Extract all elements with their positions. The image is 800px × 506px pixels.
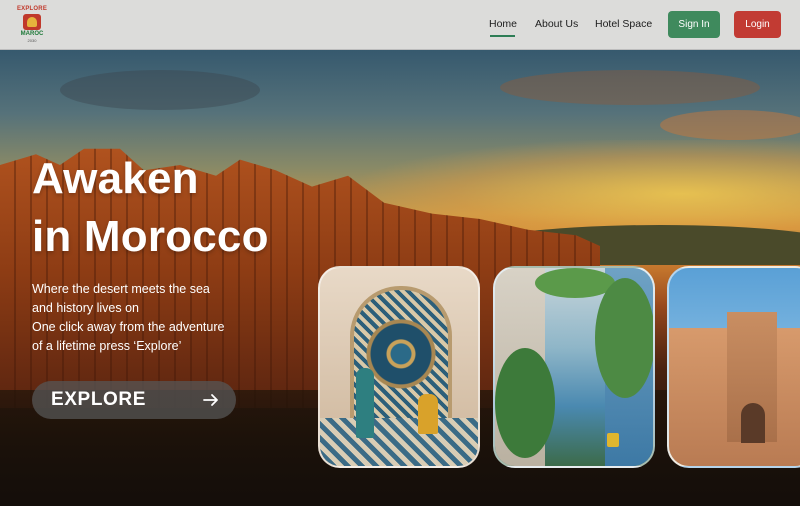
logo-year-text: 2030	[27, 38, 37, 43]
nav-hotel-space-link[interactable]: Hotel Space	[595, 18, 652, 30]
zellige-tiles-image	[320, 418, 478, 466]
hero-title-line: in Morocco	[32, 212, 269, 261]
hero-title-line: Awaken	[32, 154, 199, 203]
cloud-decoration	[660, 110, 800, 140]
login-button[interactable]: Login	[734, 11, 781, 38]
hero-subtitle-line: Where the desert meets the sea	[32, 282, 210, 296]
cloud-decoration	[500, 70, 760, 105]
hero-subtitle-line: One click away from the adventure	[32, 320, 225, 334]
hero-subtitle-line: and history lives on	[32, 301, 140, 315]
logo-emblem-icon	[23, 14, 41, 30]
nav-home-link[interactable]: Home	[489, 18, 517, 30]
plant-foliage-image	[595, 278, 653, 398]
navbar: EXPLORE MAROC 2030 Home About Us Hotel S…	[0, 0, 800, 50]
explore-button[interactable]: EXPLORE	[32, 381, 236, 419]
traveler-figure	[356, 368, 374, 438]
hero-title: Awaken in Morocco	[32, 150, 269, 266]
hero-subtitle-line: of a lifetime press ‘Explore’	[32, 339, 182, 353]
arched-door-image	[741, 403, 765, 443]
logo-top-text: EXPLORE	[16, 6, 48, 12]
gallery-card-blue-alley[interactable]	[493, 266, 655, 468]
arrow-right-icon	[203, 394, 218, 406]
brand-logo[interactable]: EXPLORE MAROC 2030	[14, 6, 50, 46]
plant-foliage-image	[495, 348, 555, 458]
traveler-figure	[418, 394, 438, 434]
flower-pot-image	[607, 433, 619, 447]
plant-foliage-image	[535, 268, 615, 298]
sign-in-button[interactable]: Sign In	[668, 11, 720, 38]
nav-about-us-link[interactable]: About Us	[535, 18, 578, 30]
explore-button-label: EXPLORE	[51, 389, 146, 410]
logo-bottom-text: MAROC	[20, 31, 44, 37]
gallery-card-mosaic-doorway[interactable]	[318, 266, 480, 468]
gallery-card-hassan-tower[interactable]	[667, 266, 800, 468]
hero-section: Awaken in Morocco Where the desert meets…	[0, 50, 800, 506]
cloud-decoration	[60, 70, 260, 110]
hero-subtitle: Where the desert meets the sea and histo…	[32, 280, 272, 356]
nav-active-indicator	[490, 35, 515, 37]
